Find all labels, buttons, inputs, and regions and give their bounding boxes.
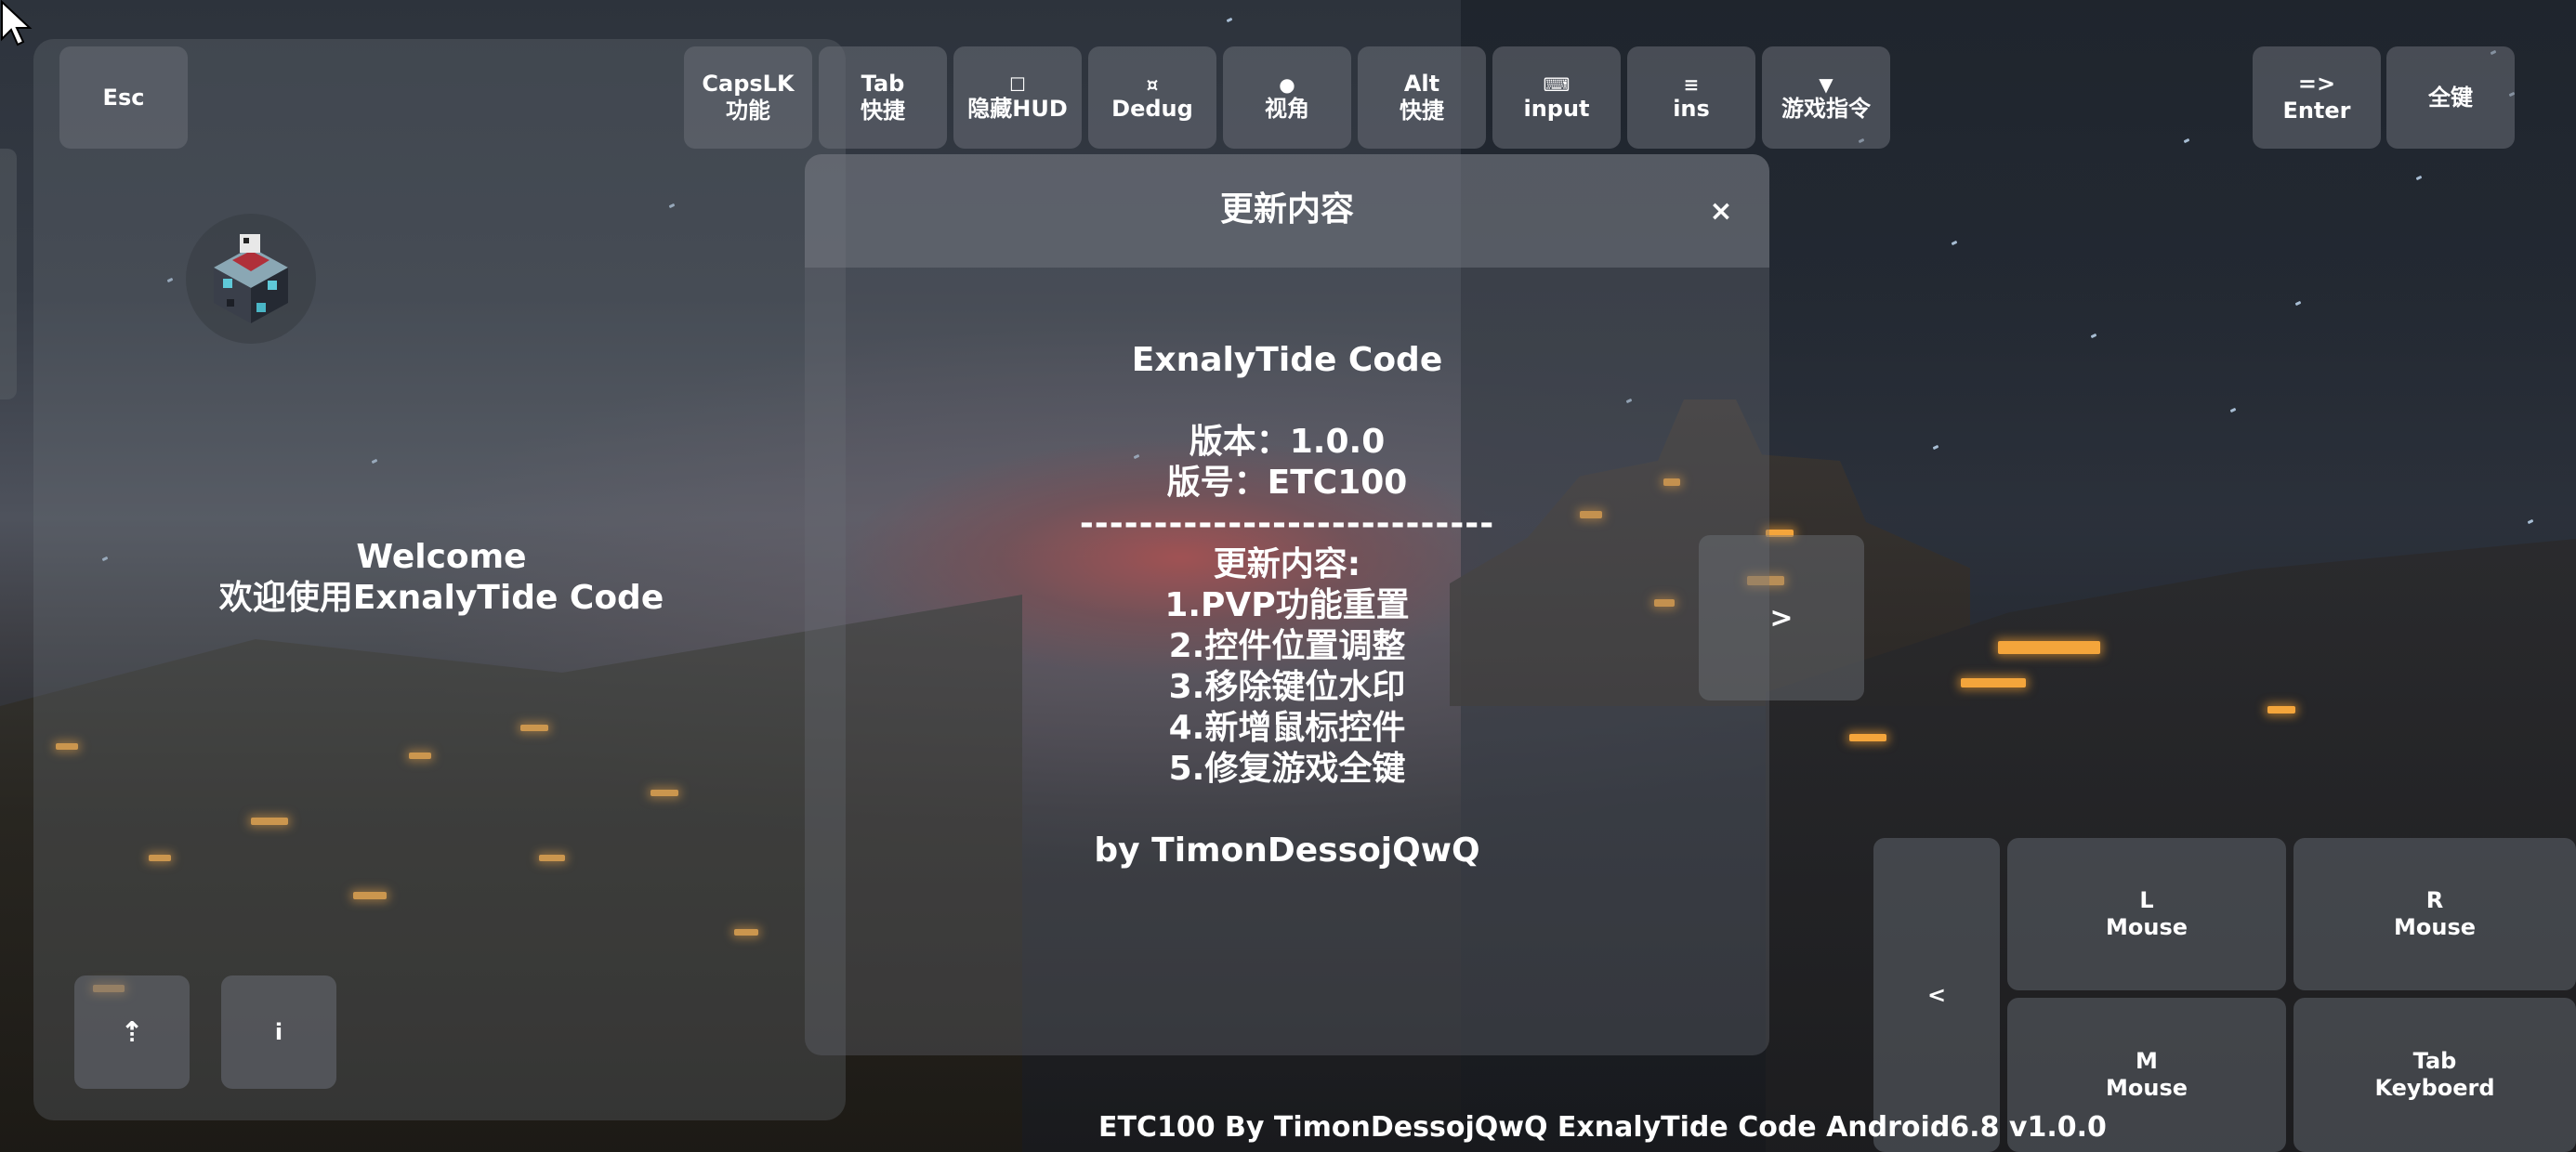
right-mouse-sublabel: Mouse [2393,914,2477,940]
change-item: 4.新增鼠标控件 [1168,709,1406,747]
left-mouse-button[interactable]: L Mouse [2007,838,2286,990]
lantern-light [1961,678,2026,687]
lantern-light [2267,706,2295,713]
build-text: 版号：ETC100 [1166,464,1408,502]
view-key[interactable]: ● 视角 [1223,46,1351,149]
lantern-light [1849,734,1886,741]
upload-button[interactable]: ⇡ [74,975,190,1089]
upload-icon: ⇡ [120,1015,144,1049]
middle-mouse-label: M [2136,1048,2158,1074]
right-mouse-label: R [2425,887,2444,913]
dot-icon: ● [1279,72,1295,96]
update-dialog: 更新内容 × ExnalyTide Code 版本：1.0.0 版号：ETC10… [805,154,1769,1055]
tab-shortcut-key[interactable]: Tab 快捷 [819,46,947,149]
debug-key-label: Dedug [1111,95,1193,122]
crosshair-icon: ¤ [1146,72,1159,96]
tab-keyboard-label: Tab [2412,1048,2457,1074]
close-icon: × [1709,195,1733,228]
snowflake [1226,17,1233,23]
chevron-right-icon: > [1769,601,1794,635]
next-page-button[interactable]: > [1699,535,1864,700]
square-icon: ☐ [1009,72,1026,96]
alt-key-sublabel: 快捷 [1400,98,1444,124]
ins-key[interactable]: ≡ ins [1627,46,1755,149]
change-item: 5.修复游戏全键 [1168,750,1406,788]
tab-key-label: Tab [861,71,905,97]
welcome-line-2: 欢迎使用ExnalyTide Code [218,579,664,617]
esc-key[interactable]: Esc [59,46,188,149]
hide-hud-key[interactable]: ☐ 隐藏HUD [953,46,1082,149]
change-item: 3.移除键位水印 [1168,668,1406,706]
middle-mouse-sublabel: Mouse [2105,1075,2188,1101]
collapse-mouse-panel-button[interactable]: < [1873,838,2000,1152]
keyboard-icon: ⌨ [1543,72,1571,96]
update-dialog-title: 更新内容 [1219,190,1354,229]
capslk-key[interactable]: CapsLK 功能 [684,46,812,149]
mouse-cursor-icon [1,0,33,46]
welcome-line-1: Welcome [356,538,527,576]
left-mouse-sublabel: Mouse [2105,914,2188,940]
version-text: 版本：1.0.0 [1189,423,1386,461]
author-credit: by TimonDessojQwQ [1094,831,1480,870]
menu-icon: ≡ [1683,72,1700,96]
game-command-key[interactable]: ▼ 游戏指令 [1762,46,1890,149]
divider: ---------------------------- [1079,504,1495,543]
right-mouse-button[interactable]: R Mouse [2293,838,2576,990]
alt-shortcut-key[interactable]: Alt 快捷 [1358,46,1486,149]
alt-key-label: Alt [1403,71,1440,97]
capslk-key-sublabel: 功能 [726,98,770,124]
all-keys-label: 全键 [2428,84,2473,111]
input-key-label: input [1523,95,1590,122]
cube-logo-icon [214,234,288,323]
tab-key-sublabel: 快捷 [861,98,905,124]
tab-keyboard-button[interactable]: Tab Keyboerd [2293,998,2576,1152]
view-key-label: 视角 [1265,95,1309,122]
welcome-text: Welcome 欢迎使用ExnalyTide Code [167,537,716,619]
lantern-light [1998,641,2100,654]
enter-key[interactable]: => Enter [2253,46,2381,149]
debug-key[interactable]: ¤ Dedug [1088,46,1216,149]
esc-key-label: Esc [102,84,145,111]
app-name: ExnalyTide Code [1131,341,1443,379]
left-mouse-label: L [2139,887,2154,913]
app-logo [186,214,316,344]
change-item: 1.PVP功能重置 [1164,586,1410,624]
capslk-key-label: CapsLK [702,71,795,97]
chevron-left-icon: < [1926,981,1947,1008]
triangle-down-icon: ▼ [1819,72,1833,96]
side-drawer-handle[interactable] [0,149,17,399]
tab-keyboard-sublabel: Keyboerd [2374,1075,2495,1101]
close-button[interactable]: × [1697,190,1745,238]
input-key[interactable]: ⌨ input [1492,46,1621,149]
change-item: 2.控件位置调整 [1168,627,1406,665]
info-button[interactable]: i [221,975,336,1089]
all-keys-key[interactable]: 全键 [2386,46,2515,149]
version-footer: ETC100 By TimonDessojQwQ ExnalyTide Code… [1098,1111,2107,1144]
enter-key-arrow: => [2297,71,2336,97]
enter-key-label: Enter [2282,98,2351,124]
ins-key-label: ins [1673,95,1710,122]
changes-heading: 更新内容: [1213,545,1361,583]
game-command-label: 游戏指令 [1781,95,1871,122]
update-dialog-body: ExnalyTide Code 版本：1.0.0 版号：ETC100 -----… [805,340,1769,871]
hide-hud-label: 隐藏HUD [967,95,1068,122]
info-icon: i [274,1018,283,1045]
